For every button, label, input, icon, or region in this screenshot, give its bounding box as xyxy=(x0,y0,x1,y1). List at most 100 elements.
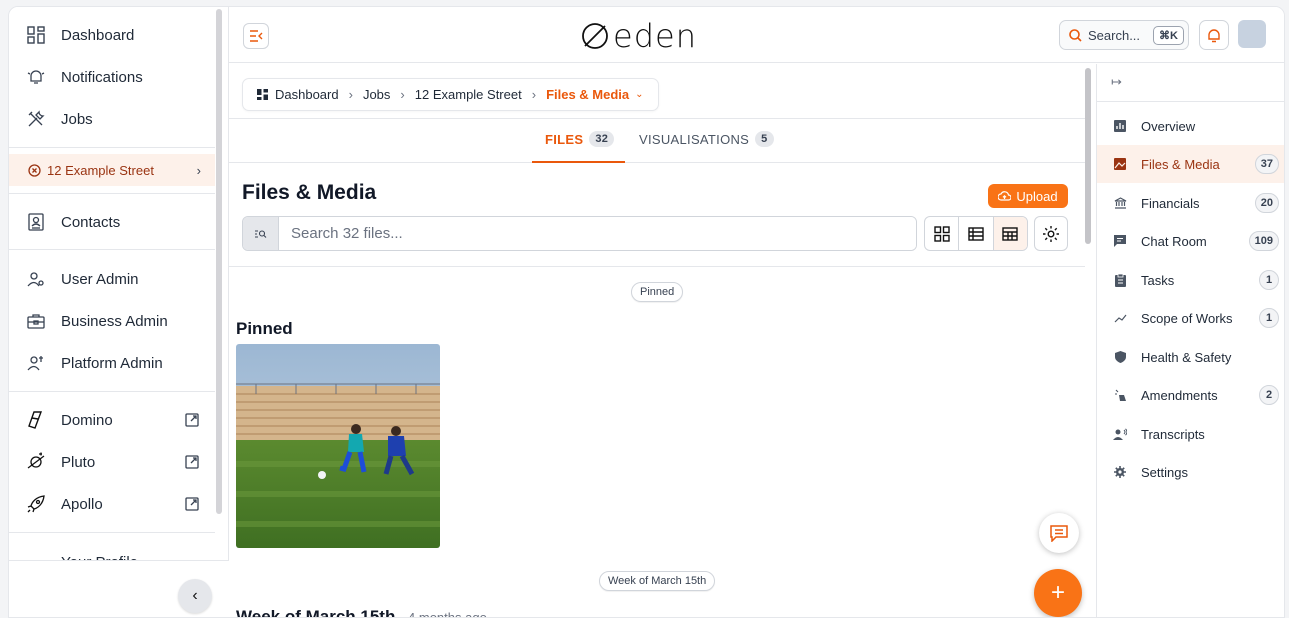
panel-item-overview[interactable]: Overview xyxy=(1097,107,1284,145)
external-link-icon[interactable] xyxy=(185,497,199,511)
list-view-button[interactable] xyxy=(959,217,994,250)
breadcrumb-job[interactable]: 12 Example Street xyxy=(415,87,522,102)
main-scrollbar[interactable] xyxy=(1085,68,1091,244)
pluto-icon xyxy=(25,451,47,473)
breadcrumb-current[interactable]: Files & Media xyxy=(546,87,629,102)
panel-item-label: Financials xyxy=(1141,195,1200,211)
breadcrumb-bar: Dashboard › Jobs › 12 Example Street › F… xyxy=(229,64,1085,119)
user-avatar[interactable] xyxy=(1238,20,1266,48)
active-tab-indicator xyxy=(532,161,625,163)
sidebar-item-label: Apollo xyxy=(61,495,103,513)
week-section-title: Week of March 15th · 4 months ago xyxy=(236,607,487,618)
shield-icon xyxy=(1113,350,1127,364)
pinned-chip: Pinned xyxy=(631,282,684,302)
pinned-image-thumbnail[interactable] xyxy=(236,344,440,548)
chevron-right-icon: › xyxy=(196,162,201,178)
bell-icon xyxy=(25,66,47,88)
panel-item-label: Tasks xyxy=(1141,272,1175,288)
chevron-right-icon: › xyxy=(348,87,353,102)
breadcrumb: Dashboard › Jobs › 12 Example Street › F… xyxy=(242,78,659,111)
sidebar-item-label: Pluto xyxy=(61,453,96,471)
sidebar-item-label: Contacts xyxy=(61,213,121,231)
sidebar-item-domino[interactable]: Domino xyxy=(9,400,215,440)
sidebar-item-label: User Admin xyxy=(61,270,139,288)
amendments-icon xyxy=(1113,388,1127,402)
logo-text: eden xyxy=(613,17,697,55)
view-settings-button[interactable] xyxy=(1034,216,1068,251)
grid-icon xyxy=(933,225,950,242)
pinned-section-title: Pinned xyxy=(236,319,293,338)
eden-logo-icon xyxy=(582,23,608,49)
sidebar-item-label: Notifications xyxy=(61,68,143,86)
panel-item-tasks[interactable]: Tasks 1 xyxy=(1097,261,1284,299)
sidebar-item-platform-admin[interactable]: Platform Admin xyxy=(9,343,215,383)
sidebar-item-profile[interactable]: Your Profile xyxy=(9,542,215,562)
cloud-upload-icon xyxy=(998,190,1012,201)
sidebar-item-pluto[interactable]: Pluto xyxy=(9,442,215,482)
search-shortcut: ⌘K xyxy=(1153,25,1184,45)
sidebar-item-label: Your Profile xyxy=(61,542,138,562)
sidebar-item-active-job[interactable]: 12 Example Street › xyxy=(9,154,215,186)
panel-item-label: Transcripts xyxy=(1141,426,1205,442)
panel-item-count: 1 xyxy=(1259,308,1279,328)
sidebar-item-notifications[interactable]: Notifications xyxy=(9,57,215,97)
collapse-sidebar-button[interactable]: ‹ xyxy=(178,579,212,613)
gear-icon xyxy=(1043,225,1059,242)
breadcrumb-jobs[interactable]: Jobs xyxy=(363,87,390,102)
tab-files[interactable]: FILES 32 xyxy=(545,131,615,147)
sidebar-item-user-admin[interactable]: User Admin xyxy=(9,259,215,299)
tab-bar: FILES 32 VISUALISATIONS 5 xyxy=(229,119,1085,163)
view-mode-toggle xyxy=(924,216,1028,251)
breadcrumb-dashboard[interactable]: Dashboard xyxy=(275,87,339,102)
panel-item-amendments[interactable]: Amendments 2 xyxy=(1097,376,1284,414)
global-search-button[interactable]: Search... ⌘K xyxy=(1059,20,1189,50)
sidebar-item-jobs[interactable]: Jobs xyxy=(9,99,215,139)
panel-item-chat-room[interactable]: Chat Room 109 xyxy=(1097,222,1284,260)
search-input[interactable] xyxy=(279,217,916,250)
week-title: Week of March 15th xyxy=(236,607,396,618)
panel-item-settings[interactable]: Settings xyxy=(1097,453,1284,491)
contacts-icon xyxy=(25,211,47,233)
sidebar-item-apollo[interactable]: Apollo xyxy=(9,484,215,524)
dashboard-icon xyxy=(25,24,47,46)
upload-label: Upload xyxy=(1016,188,1058,204)
panel-item-health-safety[interactable]: Health & Safety xyxy=(1097,338,1284,376)
sidebar-divider xyxy=(9,147,215,148)
upload-button[interactable]: Upload xyxy=(988,184,1068,208)
tab-label: FILES xyxy=(545,131,584,147)
external-link-icon[interactable] xyxy=(185,455,199,469)
file-search xyxy=(242,216,917,251)
panel-item-label: Amendments xyxy=(1141,387,1218,403)
gear-icon xyxy=(1113,465,1127,479)
chat-fab-button[interactable] xyxy=(1039,513,1079,553)
search-label: Search... xyxy=(1088,27,1141,43)
panel-item-count: 37 xyxy=(1254,154,1279,174)
grid-view-button[interactable] xyxy=(925,217,960,250)
week-chip: Week of March 15th xyxy=(599,571,716,591)
sidebar-scrollbar[interactable] xyxy=(216,9,222,514)
sidebar-item-contacts[interactable]: Contacts xyxy=(9,202,215,242)
tab-count: 32 xyxy=(589,131,615,147)
table-view-button[interactable] xyxy=(993,217,1027,250)
toggle-menu-button[interactable] xyxy=(243,23,269,49)
sidebar-divider xyxy=(9,249,215,250)
collapse-panel-icon[interactable]: ↦ xyxy=(1111,74,1122,90)
trend-line-icon xyxy=(1113,311,1127,325)
left-sidebar: Dashboard Notifications Jobs 12 Example … xyxy=(9,7,229,617)
panel-item-financials[interactable]: Financials 20 xyxy=(1097,184,1284,222)
tab-label: VISUALISATIONS xyxy=(639,131,750,147)
panel-item-transcripts[interactable]: Transcripts xyxy=(1097,415,1284,453)
sidebar-item-business-admin[interactable]: Business Admin xyxy=(9,301,215,341)
image-icon xyxy=(1113,157,1127,171)
add-fab-button[interactable]: + xyxy=(1034,569,1082,617)
notifications-button[interactable] xyxy=(1199,20,1229,50)
sidebar-item-dashboard[interactable]: Dashboard xyxy=(9,15,215,55)
panel-item-label: Health & Safety xyxy=(1141,349,1232,365)
panel-item-files-media[interactable]: Files & Media 37 xyxy=(1097,145,1284,183)
panel-item-scope-of-works[interactable]: Scope of Works 1 xyxy=(1097,299,1284,337)
plus-icon: + xyxy=(1050,579,1065,606)
search-filter-icon[interactable] xyxy=(243,217,279,250)
external-link-icon[interactable] xyxy=(185,413,199,427)
app-logo: eden xyxy=(581,16,697,56)
tab-visualisations[interactable]: VISUALISATIONS 5 xyxy=(639,131,774,147)
